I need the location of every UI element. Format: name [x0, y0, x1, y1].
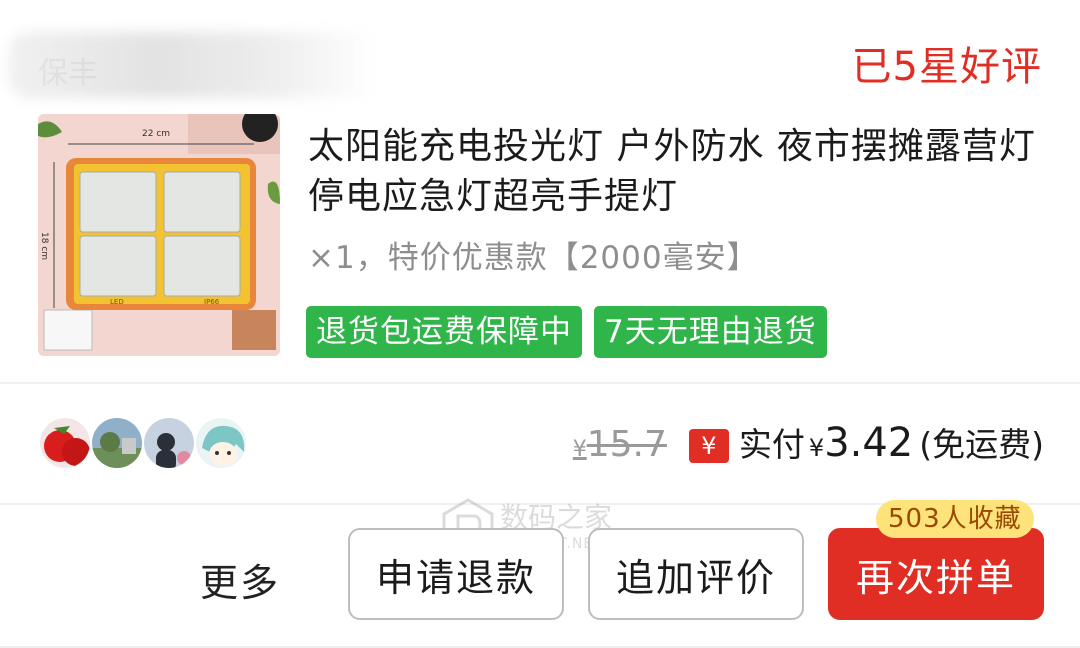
paid-amount: 3.42: [824, 420, 914, 466]
silhouette-avatar-icon: [144, 418, 194, 468]
avatar: [90, 416, 144, 470]
original-price: ¥15.7: [573, 424, 667, 465]
shipping-note: (免运费): [919, 425, 1044, 464]
original-price-symbol: ¥: [572, 437, 587, 462]
original-price-value: 15.7: [586, 424, 667, 465]
image-height-label: 18 cm: [39, 232, 49, 260]
image-ip-label: IP66: [204, 298, 220, 306]
paid-label: 实付: [738, 425, 805, 464]
tag-7day-return: 7天无理由退货: [594, 306, 827, 358]
avatar: [142, 416, 196, 470]
image-width-label: 22 cm: [142, 129, 170, 139]
product-image[interactable]: 22 cm 18 cm LED IP66: [38, 114, 280, 356]
anime-avatar-icon: [196, 418, 246, 468]
review-status: 已5星好评: [851, 44, 1042, 90]
avatar: [194, 416, 248, 470]
avatar: [38, 416, 92, 470]
product-spec: ×1，特价优惠款【2000毫安】: [308, 240, 759, 276]
product-title[interactable]: 太阳能充电投光灯 户外防水 夜市摆摊露营灯停电应急灯超亮手提灯: [308, 122, 1053, 222]
paid-currency-symbol: ¥: [808, 434, 825, 462]
price-row: ¥15.7 ¥ 实付 ¥ 3.42 (免运费): [573, 418, 1044, 466]
image-led-label: LED: [110, 298, 124, 306]
landscape-avatar-icon: [92, 418, 142, 468]
solar-flood-light-image: 22 cm 18 cm LED IP66: [38, 114, 280, 356]
more-button[interactable]: 更多: [200, 552, 280, 607]
divider: [0, 382, 1080, 384]
shop-name-blur: [8, 32, 378, 98]
service-tags: 退货包运费保障中 7天无理由退货: [306, 306, 827, 358]
yuan-badge-icon: ¥: [688, 429, 729, 463]
order-card: 保丰 已5星好评 22 cm 18 cm LED IP66 太阳能充电投: [0, 0, 1080, 648]
tag-return-shipping: 退货包运费保障中: [306, 306, 582, 358]
regroup-button[interactable]: 再次拼单: [828, 528, 1044, 620]
add-review-button[interactable]: 追加评价: [588, 528, 804, 620]
favorites-badge: 503人收藏: [876, 500, 1034, 538]
apply-refund-button[interactable]: 申请退款: [348, 528, 564, 620]
strawberry-avatar-icon: [40, 418, 90, 468]
shop-header[interactable]: 保丰 已5星好评: [0, 18, 1080, 98]
